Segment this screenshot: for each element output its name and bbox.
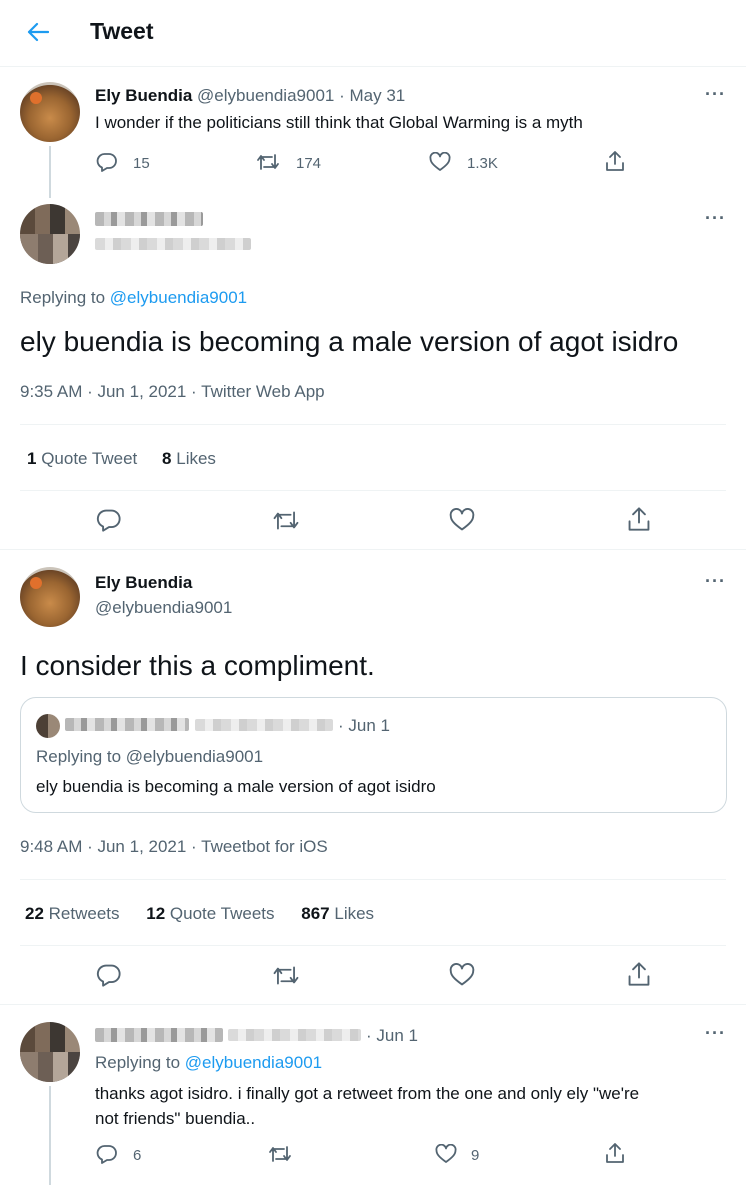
replying-handle-link[interactable]: @elybuendia9001 <box>110 288 247 307</box>
retweet-icon[interactable] <box>272 964 300 987</box>
tweet-header: Ely Buendia @elybuendia9001 · May 31 <box>95 86 405 106</box>
divider <box>0 1004 746 1005</box>
divider <box>20 945 726 946</box>
like-icon[interactable] <box>429 152 451 172</box>
share-icon[interactable] <box>605 150 625 172</box>
retweet-icon[interactable] <box>272 509 300 532</box>
author-handle[interactable]: @elybuendia9001 <box>197 86 334 105</box>
thread-line <box>49 1086 51 1185</box>
retweet-count: 22 <box>25 904 44 923</box>
tweet-meta[interactable]: 9:48 AM · Jun 1, 2021 · Tweetbot for iOS <box>20 837 328 857</box>
more-icon[interactable]: ··· <box>705 571 726 592</box>
replying-to: Replying to @elybuendia9001 <box>95 1053 322 1073</box>
author-name[interactable]: Ely Buendia <box>95 573 192 593</box>
tweet-text: I consider this a compliment. <box>20 650 375 681</box>
header-divider <box>0 66 746 67</box>
share-icon[interactable] <box>627 506 651 532</box>
tweet-text: ely buendia is becoming a male version o… <box>20 326 679 357</box>
quote-tweets-stat[interactable]: 12 Quote Tweets <box>146 904 279 923</box>
like-icon[interactable] <box>449 963 475 987</box>
tweet-text-line: not friends" buendia.. <box>95 1109 256 1128</box>
avatar[interactable] <box>20 1022 80 1082</box>
retweets-stat[interactable]: 22 Retweets <box>25 904 124 923</box>
thread-line <box>49 146 51 198</box>
avatar[interactable] <box>20 204 80 264</box>
quote-count: 1 <box>27 449 37 468</box>
replying-label: Replying to <box>95 1053 181 1072</box>
likes-stat[interactable]: 867 Likes <box>301 904 374 923</box>
tweet-date[interactable]: · May 31 <box>339 86 405 105</box>
like-icon[interactable] <box>449 508 475 532</box>
reply-icon[interactable] <box>96 152 118 172</box>
reply-icon[interactable] <box>96 508 122 532</box>
retweet-icon[interactable] <box>268 1144 292 1164</box>
tweet-meta[interactable]: 9:35 AM · Jun 1, 2021 · Twitter Web App <box>20 382 325 402</box>
like-count: 1.3K <box>467 155 498 172</box>
like-label: Likes <box>176 449 216 468</box>
replying-to: Replying to @elybuendia9001 <box>20 288 247 308</box>
blurred-author-handle[interactable] <box>95 238 251 250</box>
quoted-date: · Jun 1 <box>338 716 390 735</box>
divider <box>20 424 726 425</box>
tweet-text: thanks agot isidro. i finally got a retw… <box>95 1081 639 1131</box>
retweet-count: 174 <box>296 155 322 172</box>
quote-label: Quote Tweet <box>41 449 138 468</box>
blurred-author-name <box>65 718 189 731</box>
divider <box>20 490 726 491</box>
author-name[interactable]: Ely Buendia <box>95 86 192 105</box>
like-label: Likes <box>334 904 375 923</box>
more-icon[interactable]: ··· <box>705 84 726 105</box>
reply-icon[interactable] <box>96 1144 118 1164</box>
more-icon[interactable]: ··· <box>705 208 726 229</box>
avatar[interactable] <box>20 82 80 142</box>
share-icon[interactable] <box>605 1142 625 1164</box>
blurred-author-name[interactable] <box>95 212 203 226</box>
blurred-author-name[interactable] <box>95 1028 223 1042</box>
divider <box>0 549 746 550</box>
divider <box>20 879 726 880</box>
avatar <box>36 714 60 738</box>
quoted-text: ely buendia is becoming a male version o… <box>36 777 436 796</box>
reply-count: 6 <box>133 1147 142 1164</box>
author-handle[interactable]: @elybuendia9001 <box>95 598 232 618</box>
replying-handle-link[interactable]: @elybuendia9001 <box>185 1053 322 1072</box>
tweet-text-line: thanks agot isidro. i finally got a retw… <box>95 1084 640 1103</box>
likes-stat[interactable]: 8 Likes <box>162 449 216 468</box>
tweet-stats: 22 Retweets 12 Quote Tweets 867 Likes <box>25 904 374 924</box>
tweet-stats: 1 Quote Tweet 8 Likes <box>27 449 216 469</box>
like-count: 867 <box>301 904 330 923</box>
like-count: 8 <box>162 449 172 468</box>
avatar[interactable] <box>20 567 80 627</box>
quoted-replying-to: Replying to @elybuendia9001 <box>36 747 264 766</box>
share-icon[interactable] <box>627 961 651 987</box>
more-icon[interactable]: ··· <box>705 1023 726 1044</box>
like-count: 9 <box>471 1147 480 1164</box>
page-title: Tweet <box>90 18 154 44</box>
blurred-author-handle <box>195 719 333 731</box>
quoted-tweet-card[interactable]: · Jun 1 Replying to @elybuendia9001 ely … <box>20 697 727 813</box>
quote-count: 12 <box>146 904 166 923</box>
tweet-date[interactable]: · Jun 1 <box>366 1026 418 1046</box>
blurred-author-handle[interactable] <box>228 1029 361 1041</box>
tweet-text: I wonder if the politicians still think … <box>95 113 583 132</box>
reply-icon[interactable] <box>96 963 122 987</box>
quote-label: Quote Tweets <box>169 904 275 923</box>
quote-tweet-stat[interactable]: 1 Quote Tweet <box>27 449 142 468</box>
like-icon[interactable] <box>435 1144 457 1164</box>
reply-count: 15 <box>133 155 150 172</box>
retweet-label: Retweets <box>48 904 120 923</box>
back-arrow-icon[interactable] <box>27 22 49 42</box>
retweet-icon[interactable] <box>256 152 280 172</box>
replying-label: Replying to <box>20 288 106 307</box>
